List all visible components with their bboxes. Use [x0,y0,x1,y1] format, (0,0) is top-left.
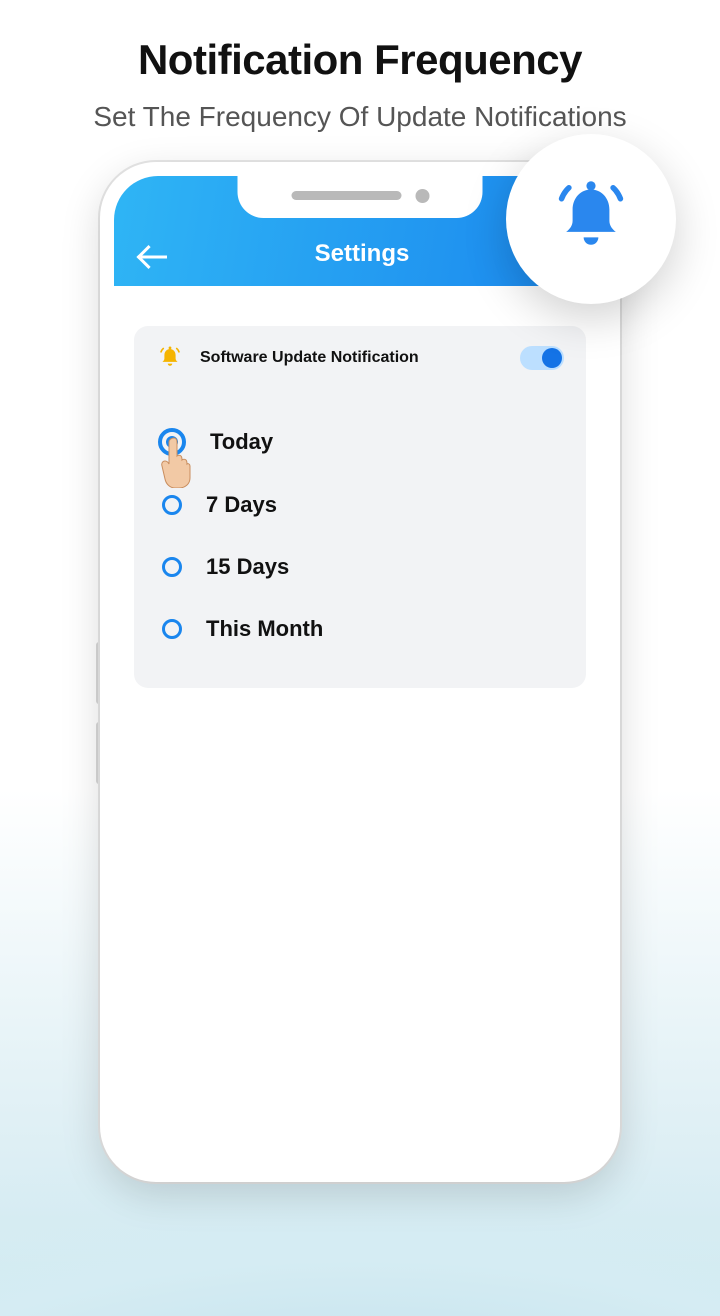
radio-icon [162,619,182,639]
option-label: 15 Days [206,554,289,580]
option-label: 7 Days [206,492,277,518]
page-title: Notification Frequency [0,36,720,84]
bell-icon [545,173,637,265]
phone-speaker [291,191,401,200]
option-label: Today [210,429,273,455]
bell-icon [156,344,184,372]
frequency-options: Today 7 Days 15 Days [156,410,564,660]
header-title: Settings [170,240,554,268]
option-7-days[interactable]: 7 Days [156,474,564,536]
notification-toggle-row: Software Update Notification [156,344,564,372]
phone-screen: Settings Software Update Notification [114,176,606,1168]
toggle-label: Software Update Notification [200,349,504,367]
back-arrow-icon [138,246,170,268]
phone-notch [238,176,483,218]
radio-selected-icon [158,428,186,456]
floating-bell-badge [506,134,676,304]
option-this-month[interactable]: This Month [156,598,564,660]
radio-icon [162,557,182,577]
toggle-knob [542,348,562,368]
back-button[interactable] [138,246,170,268]
radio-icon [162,495,182,515]
phone-camera [415,189,429,203]
option-today[interactable]: Today [156,410,564,474]
phone-frame: Settings Software Update Notification [100,162,620,1182]
option-label: This Month [206,616,323,642]
option-15-days[interactable]: 15 Days [156,536,564,598]
notification-toggle[interactable] [520,346,564,370]
settings-card: Software Update Notification Today [134,326,586,688]
page-subtitle: Set The Frequency Of Update Notification… [0,98,720,136]
